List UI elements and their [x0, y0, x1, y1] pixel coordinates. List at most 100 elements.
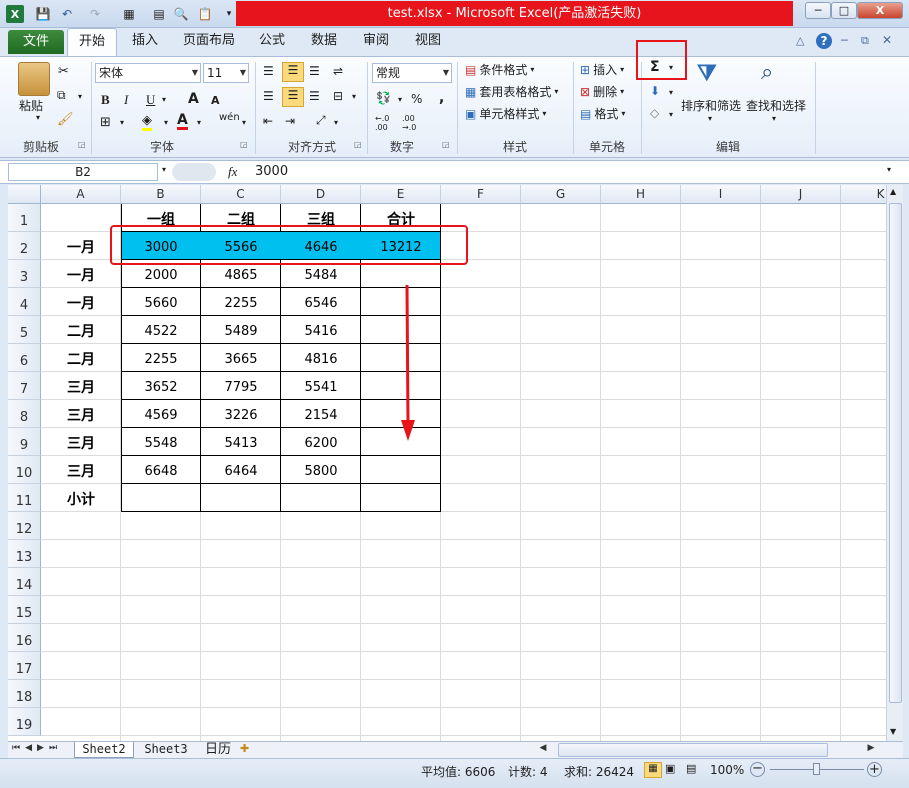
binoculars-icon[interactable]: ⌕ — [761, 60, 773, 85]
tab-review[interactable]: 审阅 — [355, 28, 397, 53]
fill-icon[interactable]: ⬇ — [650, 84, 660, 98]
scroll-down-icon[interactable]: ▼ — [890, 727, 896, 736]
zoom-slider-thumb[interactable] — [813, 763, 820, 775]
page-break-view-icon[interactable]: ▤ — [686, 762, 696, 775]
table-cell[interactable]: 2255 — [121, 344, 201, 372]
name-box-dropdown-icon[interactable]: ▾ — [162, 165, 166, 174]
align-bottom-icon[interactable]: ☰ — [309, 64, 320, 78]
cut-icon[interactable]: ✂ — [58, 64, 69, 79]
align-middle-icon[interactable]: ☰ — [282, 62, 304, 82]
tab-file[interactable]: 文件 — [8, 30, 64, 54]
clipboard-launcher-icon[interactable]: ◲ — [78, 140, 86, 149]
minimize-button[interactable]: ─ — [805, 2, 831, 19]
shrink-font-button[interactable]: A — [211, 94, 220, 107]
table-cell[interactable]: 6546 — [281, 288, 361, 316]
phonetic-dropdown-icon[interactable]: ▾ — [242, 118, 246, 127]
cell-styles-button[interactable]: ▣ 单元格样式 ▾ — [465, 105, 546, 122]
currency-icon[interactable]: 💱 — [376, 91, 391, 105]
table-cell[interactable]: 6648 — [121, 456, 201, 484]
decrease-decimal-button[interactable]: .00 →.0 — [402, 114, 426, 132]
column-header[interactable]: H — [601, 185, 681, 204]
alignment-launcher-icon[interactable]: ◲ — [354, 140, 362, 149]
column-header[interactable]: D — [281, 185, 361, 204]
clear-icon[interactable]: ◇ — [650, 106, 659, 120]
row-label-cell[interactable]: 二月 — [41, 316, 121, 344]
paste-icon[interactable]: 📋 — [196, 5, 214, 23]
font-color-button[interactable]: A — [177, 113, 188, 130]
formula-input[interactable]: 3000 — [252, 163, 882, 181]
table-cell[interactable]: 5548 — [121, 428, 201, 456]
table-cell[interactable]: 3652 — [121, 372, 201, 400]
fill-dropdown-icon[interactable]: ▾ — [669, 88, 673, 97]
phonetic-button[interactable]: wén — [219, 113, 240, 123]
paste-dropdown-icon[interactable]: ▾ — [36, 113, 40, 122]
row-header[interactable]: 6 — [8, 344, 41, 372]
zoom-in-icon[interactable]: + — [867, 762, 882, 777]
sheet-tab-sheet3[interactable]: Sheet3 — [136, 742, 196, 758]
wrap-text-icon[interactable]: ⇌ — [333, 64, 343, 78]
font-color-dropdown-icon[interactable]: ▾ — [197, 118, 201, 127]
tab-insert[interactable]: 插入 — [124, 28, 166, 53]
table-cell[interactable]: 4816 — [281, 344, 361, 372]
autosum-button[interactable]: Σ — [650, 59, 660, 75]
percent-button[interactable]: % — [411, 92, 422, 106]
increase-indent-icon[interactable]: ⇥ — [285, 114, 295, 128]
doc-close-icon[interactable]: ✕ — [882, 33, 892, 47]
sort-filter-button[interactable]: 排序和筛选 — [681, 97, 741, 114]
sort-filter-dropdown-icon[interactable]: ▾ — [708, 114, 712, 123]
align-left-icon[interactable]: ☰ — [263, 89, 274, 103]
row-label-cell[interactable]: 三月 — [41, 400, 121, 428]
worksheet-grid[interactable]: ABCDEFGHIJK 1 2 3 4 5 6 7 8 9 10 11 12 13 14 15 16 17 18 1… — [8, 185, 886, 741]
table-cell[interactable]: 4522 — [121, 316, 201, 344]
table-cell[interactable]: 5416 — [281, 316, 361, 344]
column-header[interactable]: A — [41, 185, 121, 204]
autosum-dropdown-icon[interactable]: ▾ — [669, 63, 673, 72]
row-header[interactable]: 1 — [8, 204, 41, 232]
table-cell[interactable]: 2255 — [201, 288, 281, 316]
merge-dropdown-icon[interactable]: ▾ — [352, 92, 356, 101]
table-cell[interactable]: 5413 — [201, 428, 281, 456]
align-top-icon[interactable]: ☰ — [263, 64, 274, 78]
table-cell[interactable]: 5541 — [281, 372, 361, 400]
hscroll-right-icon[interactable]: ▶ — [864, 743, 878, 757]
hscroll-left-icon[interactable]: ◀ — [536, 743, 550, 757]
row-label-cell[interactable]: 三月 — [41, 372, 121, 400]
format-painter-icon[interactable]: 🖌 — [57, 112, 74, 127]
column-header[interactable]: C — [201, 185, 281, 204]
row-header[interactable]: 17 — [8, 652, 41, 680]
format-cells-button[interactable]: ▤ 格式 ▾ — [580, 105, 625, 122]
border-dropdown-icon[interactable]: ▾ — [120, 118, 124, 127]
increase-decimal-button[interactable]: ←.0 .00 — [375, 114, 399, 132]
grow-font-button[interactable]: A — [188, 91, 199, 107]
formula-bar-grip[interactable] — [172, 163, 216, 181]
row-header[interactable]: 3 — [8, 260, 41, 288]
insert-sheet-icon[interactable]: ✚ — [240, 742, 249, 755]
copy-icon[interactable]: ⧉ — [57, 88, 66, 103]
row-header[interactable]: 13 — [8, 540, 41, 568]
row-label-cell[interactable]: 一月 — [41, 288, 121, 316]
decrease-indent-icon[interactable]: ⇤ — [263, 114, 273, 128]
sheet-nav-icon[interactable]: ⏮◀▶⏭ — [12, 743, 62, 753]
name-box[interactable]: B2 — [8, 163, 158, 181]
merge-center-icon[interactable]: ⊟ — [333, 89, 343, 103]
scroll-thumb[interactable] — [889, 203, 902, 703]
sheet-tab-calendar[interactable]: 日历 — [198, 742, 238, 758]
find-select-button[interactable]: 查找和选择 — [746, 97, 806, 114]
row-label-cell[interactable]: 三月 — [41, 428, 121, 456]
column-header[interactable]: I — [681, 185, 761, 204]
tab-data[interactable]: 数据 — [303, 28, 345, 53]
row-label-cell[interactable]: 二月 — [41, 344, 121, 372]
row-header[interactable]: 14 — [8, 568, 41, 596]
table-cell[interactable]: 5489 — [201, 316, 281, 344]
row-header[interactable]: 7 — [8, 372, 41, 400]
row-header[interactable]: 11 — [8, 484, 41, 512]
table-cell[interactable]: 6200 — [281, 428, 361, 456]
tab-view[interactable]: 视图 — [407, 28, 449, 53]
font-size-combo[interactable]: 11 ▼ — [203, 63, 249, 83]
row-header[interactable]: 15 — [8, 596, 41, 624]
copy-dropdown-icon[interactable]: ▾ — [78, 92, 82, 101]
normal-view-icon[interactable]: ▦ — [644, 762, 662, 778]
row-header[interactable]: 12 — [8, 512, 41, 540]
page-layout-view-icon[interactable]: ▣ — [665, 762, 675, 775]
paste-button[interactable]: 粘贴 — [19, 97, 43, 114]
